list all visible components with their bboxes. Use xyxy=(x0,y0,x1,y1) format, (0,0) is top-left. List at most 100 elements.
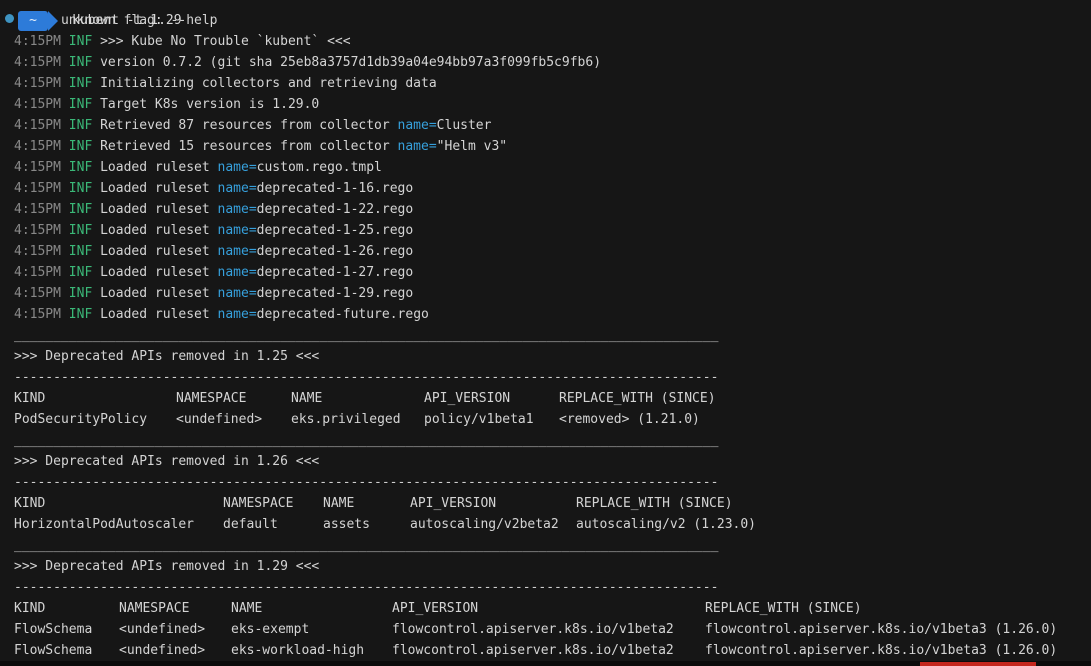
log-line: 4:15PM INF Retrieved 15 resources from c… xyxy=(14,136,1091,157)
table-cell: eks-exempt xyxy=(231,619,392,640)
log-timestamp: 4:15PM xyxy=(14,244,61,259)
log-timestamp: 4:15PM xyxy=(14,181,61,196)
table-cell: default xyxy=(223,514,323,535)
log-level-badge: INF xyxy=(69,307,92,322)
command-input[interactable]: kubent -t 1.29 xyxy=(72,10,182,31)
log-line: 4:15PM INF Loaded ruleset name=deprecate… xyxy=(14,178,1091,199)
terminal-window: unknown flag: --help ~ kubent -t 1.29 4:… xyxy=(0,0,1091,666)
log-level-badge: INF xyxy=(69,265,92,280)
table-cell: assets xyxy=(323,514,410,535)
log-message: Retrieved 87 resources from collector xyxy=(100,118,397,133)
log-timestamp: 4:15PM xyxy=(14,76,61,91)
table-cell: eks.privileged xyxy=(291,409,424,430)
log-timestamp: 4:15PM xyxy=(14,97,61,112)
log-line: 4:15PM INF Loaded ruleset name=deprecate… xyxy=(14,283,1091,304)
table-cell: policy/v1beta1 xyxy=(424,409,559,430)
log-timestamp: 4:15PM xyxy=(14,118,61,133)
log-level-badge: INF xyxy=(69,97,92,112)
log-message: deprecated-future.rego xyxy=(257,307,429,322)
table-cell: FlowSchema xyxy=(14,619,119,640)
log-field-key: name= xyxy=(218,265,257,280)
log-message: Loaded ruleset xyxy=(100,244,217,259)
table-row: HorizontalPodAutoscalerdefaultassetsauto… xyxy=(14,514,1091,535)
section-separator-top: ________________________________________… xyxy=(14,325,1091,346)
log-message: "Helm v3" xyxy=(437,139,507,154)
log-message: deprecated-1-16.rego xyxy=(257,181,414,196)
table-cell: eks-workload-high xyxy=(231,640,392,661)
table-cell: <undefined> xyxy=(119,619,231,640)
table-cell: PodSecurityPolicy xyxy=(14,409,176,430)
table-header-cell: KIND xyxy=(14,598,119,619)
log-timestamp: 4:15PM xyxy=(14,223,61,238)
log-message: deprecated-1-27.rego xyxy=(257,265,414,280)
log-message: deprecated-1-22.rego xyxy=(257,202,414,217)
log-line: 4:15PM INF >>> Kube No Trouble `kubent` … xyxy=(14,31,1091,52)
table-cell: FlowSchema xyxy=(14,640,119,661)
log-line: 4:15PM INF Loaded ruleset name=deprecate… xyxy=(14,262,1091,283)
log-level-badge: INF xyxy=(69,55,92,70)
log-timestamp: 4:15PM xyxy=(14,139,61,154)
section-separator-top: ________________________________________… xyxy=(14,535,1091,556)
section-separator-bottom: ----------------------------------------… xyxy=(14,367,1091,388)
table-row: FlowSchema<undefined>eks-exempt flowcontr… xyxy=(14,619,1091,640)
log-message: Loaded ruleset xyxy=(100,202,217,217)
table-header-cell: REPLACE_WITH (SINCE) xyxy=(705,598,862,619)
log-level-badge: INF xyxy=(69,181,92,196)
log-timestamp: 4:15PM xyxy=(14,307,61,322)
log-field-key: name= xyxy=(218,307,257,322)
section-title: >>> Deprecated APIs removed in 1.25 <<< xyxy=(14,346,1091,367)
log-level-badge: INF xyxy=(69,223,92,238)
log-line: 4:15PM INF Target K8s version is 1.29.0 xyxy=(14,94,1091,115)
log-message: Loaded ruleset xyxy=(100,160,217,175)
log-level-badge: INF xyxy=(69,160,92,175)
table-cell: <removed> (1.21.0) xyxy=(559,409,700,430)
log-timestamp: 4:15PM xyxy=(14,286,61,301)
log-level-badge: INF xyxy=(69,118,92,133)
deprecation-report: ________________________________________… xyxy=(14,325,1091,661)
log-field-key: name= xyxy=(218,202,257,217)
table-header-cell: NAME xyxy=(323,493,410,514)
log-field-key: name= xyxy=(218,244,257,259)
table-cell: <undefined> xyxy=(119,640,231,661)
log-message: Cluster xyxy=(437,118,492,133)
log-output: 4:15PM INF >>> Kube No Trouble `kubent` … xyxy=(14,31,1091,325)
log-message: Loaded ruleset xyxy=(100,307,217,322)
table-header-cell: KIND xyxy=(14,493,223,514)
terminal-content: unknown flag: --help ~ kubent -t 1.29 4:… xyxy=(0,0,1091,661)
log-message: >>> Kube No Trouble `kubent` <<< xyxy=(100,34,350,49)
log-message: deprecated-1-26.rego xyxy=(257,244,414,259)
log-line: 4:15PM INF Loaded ruleset name=custom.re… xyxy=(14,157,1091,178)
table-cell: <undefined> xyxy=(176,409,291,430)
section-separator-top: ________________________________________… xyxy=(14,430,1091,451)
table-cell: flowcontrol.apiserver.k8s.io/v1beta3 (1.… xyxy=(705,619,1057,640)
table-cell: HorizontalPodAutoscaler xyxy=(14,514,223,535)
scrollbar-thumb-red[interactable] xyxy=(920,662,1036,666)
table-cell: autoscaling/v2beta2 xyxy=(410,514,576,535)
table-header-row: KINDNAMESPACENAMEAPI_VERSIONREPLACE_WITH… xyxy=(14,598,1091,619)
log-field-key: name= xyxy=(218,286,257,301)
log-line: 4:15PM INF Loaded ruleset name=deprecate… xyxy=(14,199,1091,220)
prompt-directory-badge: ~ xyxy=(18,11,48,31)
table-header-cell: NAMESPACE xyxy=(119,598,231,619)
section-title: >>> Deprecated APIs removed in 1.29 <<< xyxy=(14,556,1091,577)
section-separator-bottom: ----------------------------------------… xyxy=(14,577,1091,598)
log-message: Loaded ruleset xyxy=(100,181,217,196)
log-line: 4:15PM INF Initializing collectors and r… xyxy=(14,73,1091,94)
log-level-badge: INF xyxy=(69,34,92,49)
log-message: version 0.7.2 (git sha 25eb8a3757d1db39a… xyxy=(100,55,601,70)
table-cell: autoscaling/v2 (1.23.0) xyxy=(576,514,756,535)
log-line: 4:15PM INF Loaded ruleset name=deprecate… xyxy=(14,241,1091,262)
log-message: Loaded ruleset xyxy=(100,265,217,280)
log-level-badge: INF xyxy=(69,139,92,154)
log-line: 4:15PM INF Loaded ruleset name=deprecate… xyxy=(14,304,1091,325)
horizontal-scrollbar-track[interactable] xyxy=(0,661,1091,666)
table-header-row: KINDNAMESPACENAMEAPI_VERSIONREPLACE_WITH… xyxy=(14,388,1091,409)
log-level-badge: INF xyxy=(69,76,92,91)
log-field-key: name= xyxy=(218,223,257,238)
table-header-cell: NAME xyxy=(291,388,424,409)
section-title: >>> Deprecated APIs removed in 1.26 <<< xyxy=(14,451,1091,472)
log-field-key: name= xyxy=(398,118,437,133)
log-message: deprecated-1-29.rego xyxy=(257,286,414,301)
table-header-cell: API_VERSION xyxy=(392,598,705,619)
log-timestamp: 4:15PM xyxy=(14,160,61,175)
